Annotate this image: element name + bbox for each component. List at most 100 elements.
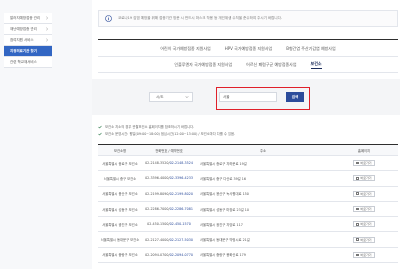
cell-name: 서울특별시 종로구 보건소: [102, 161, 138, 166]
reservation-number[interactable]: 02-3396-4233: [170, 176, 193, 180]
health-center-table: 보건소명 전화번호 / 예약번호 주소 홈페이지 서울특별시 종로구 보건소 02…: [98, 144, 398, 264]
reservation-number[interactable]: 02-2148-3524: [170, 161, 193, 165]
sidebar: 알러지예방접종 관리 재난예방접종 관리 참여지원 서비스 지정의료기관 찾기 …: [0, 0, 52, 269]
note-line: 보건소 운영시간: 평일(09:00~18:00) 점심시간(12:00~13:…: [98, 130, 398, 137]
tel-number: 02-2127-4000: [145, 237, 169, 242]
chevron-down-icon: [185, 95, 189, 100]
tel-number: 02-2094-0700: [145, 252, 169, 257]
cell-name: 서울특별시 동대문구 보건소: [100, 238, 140, 243]
tab-pneumococcal[interactable]: 어르신 폐렴구균 예방접종사업: [246, 62, 296, 68]
table-header: 보건소명 전화번호 / 예약번호 주소 홈페이지: [98, 145, 398, 156]
sidebar-menu: 알러지예방접종 관리 재난예방접종 관리 참여지원 서비스 지정의료기관 찾기 …: [4, 13, 52, 68]
reservation-number[interactable]: 02-2286-7081: [170, 207, 193, 211]
reservation-number[interactable]: 02-2199-8020: [170, 192, 193, 196]
window-icon: [356, 192, 360, 195]
cell-tel: 02-3396-4000/02-3396-4233: [142, 176, 196, 180]
sidebar-item-school[interactable]: 관련 학교재서비스: [4, 57, 52, 68]
cell-homepage: 바로가기: [330, 206, 398, 213]
reservation-number[interactable]: 02-450-1570: [170, 222, 191, 226]
check-icon: [98, 132, 102, 136]
homepage-link-button[interactable]: 바로가기: [353, 221, 375, 228]
homepage-link-label: 바로가기: [360, 191, 372, 196]
region-select-value: 시/도: [156, 94, 164, 99]
tel-number: 02-2148-3520: [145, 161, 169, 166]
table-row: 서울특별시 동대문구 보건소 02-2127-4000/02-2127-5030 서…: [98, 232, 398, 248]
table-row: 서울특별시 성동구 보건소 02-2286-7000/02-2286-7081 서울…: [98, 201, 398, 218]
tab-child-vaccination[interactable]: 어린이 국가예방접종 지원사업: [160, 46, 210, 52]
cell-address: 서울특별시 광진구 자양로 117: [200, 222, 243, 227]
cell-address: 서울특별시 종로구 자하문로 19길: [200, 161, 247, 166]
tab-row: 어린이 국가예방접종 지원사업 HPV 국가예방접종 지원사업 B형간염 주산기…: [98, 41, 398, 57]
header-name: 보건소명: [113, 148, 127, 153]
sidebar-item-disaster[interactable]: 재난예방접종 관리: [4, 24, 52, 35]
notice-box: 코로나19 감염 예방을 위해 접종기관 방문 시 반드시 마스크 착용 등 개…: [98, 10, 398, 27]
region-select[interactable]: 시/도: [149, 92, 193, 102]
cell-name: 서울특별시 성동구 보건소: [102, 207, 138, 212]
notice-text: 코로나19 감염 예방을 위해 접종기관 방문 시 반드시 마스크 착용 등 개…: [118, 16, 282, 20]
tab-health-center[interactable]: 보건소: [310, 61, 322, 69]
chevron-right-icon: [45, 38, 49, 42]
table-body: 서울특별시 종로구 보건소 02-2148-3520/02-2148-3524 서울…: [98, 156, 398, 264]
table-row: 서울특별시 종로구 보건소 02-2148-3520/02-2148-3524 서울…: [98, 156, 398, 172]
cell-address: 서울특별시 중랑구 봉화산로 179: [200, 253, 246, 258]
search-input[interactable]: [219, 92, 277, 102]
cell-address: 서울특별시 동대문구 약령시로 21길: [200, 238, 250, 243]
sidebar-item-label: 지정의료기관 찾기: [10, 48, 37, 53]
notes: 보건소 지소의 경우 관할보건소 홈페이지를 참조하시기 바랍니다. 보건소 운…: [98, 123, 398, 137]
homepage-link-button[interactable]: 바로가기: [353, 206, 375, 213]
homepage-link-button[interactable]: 바로가기: [353, 190, 375, 197]
reservation-number[interactable]: 02-2094-0770: [170, 253, 193, 257]
homepage-link-button[interactable]: 바로가기: [353, 160, 375, 167]
check-icon: [98, 125, 102, 129]
tel-number: 02-450-1500: [147, 222, 169, 227]
homepage-link-button[interactable]: 바로가기: [353, 251, 375, 258]
cell-address: 서울특별시 성동구 마장로 23길 10: [200, 207, 249, 212]
cell-homepage: 바로가기: [330, 251, 398, 258]
sidebar-item-find-clinic[interactable]: 지정의료기관 찾기: [4, 46, 52, 57]
cell-tel: 02-2148-3520/02-2148-3524: [142, 161, 196, 165]
header-tel: 전화번호 / 예약번호: [155, 148, 183, 153]
cell-name: 서울특별시 광진구 보건소: [102, 222, 138, 227]
homepage-link-button[interactable]: 바로가기: [353, 236, 375, 243]
cell-name: 서울특별시 용산구 보건소: [102, 192, 138, 197]
cell-name: 서울특별시 중랑구 보건소: [102, 253, 138, 258]
homepage-link-button[interactable]: 바로가기: [353, 175, 375, 182]
tab-hepatitis-b[interactable]: B형간염 주산기감염 예방사업: [286, 46, 335, 52]
chevron-right-icon: [45, 16, 49, 20]
cell-homepage: 바로가기: [330, 190, 398, 197]
sidebar-item-support[interactable]: 참여지원 서비스: [4, 35, 52, 46]
header-address: 주소: [259, 148, 267, 153]
main-content: 코로나19 감염 예방을 위해 접종기관 방문 시 반드시 마스크 착용 등 개…: [92, 0, 400, 269]
tab-row: 인플루엔자 국가예방접종 지원사업 어르신 폐렴구균 예방접종사업 보건소: [98, 57, 398, 73]
sidebar-item-label: 참여지원 서비스: [10, 37, 34, 42]
cell-tel: 02-2286-7000/02-2286-7081: [142, 207, 196, 211]
cell-tel: 02-2094-0700/02-2094-0770: [142, 253, 196, 257]
homepage-link-label: 바로가기: [360, 222, 372, 227]
table-row: 서울특별시 용산구 보건소 02-2199-8090/02-2199-8020 서울…: [98, 186, 398, 202]
tab-hpv[interactable]: HPV 국가예방접종 지원사업: [225, 46, 273, 52]
tel-number: 02-2199-8090: [145, 191, 169, 196]
cell-address: 서울특별시 용산구 녹사평대로 150: [200, 192, 249, 197]
tel-number: 02-3396-4000: [145, 176, 169, 181]
homepage-link-label: 바로가기: [360, 207, 372, 212]
cell-homepage: 바로가기: [330, 221, 398, 228]
table-row: 서울특별시 중랑구 보건소 02-2094-0700/02-2094-0770 서울…: [98, 247, 398, 264]
search-panel: 시/도 검색: [92, 79, 400, 115]
sidebar-item-allergy[interactable]: 알러지예방접종 관리: [4, 13, 52, 24]
tab-influenza[interactable]: 인플루엔자 국가예방접종 지원사업: [174, 62, 232, 68]
homepage-link-label: 바로가기: [360, 252, 372, 257]
window-icon: [356, 253, 360, 257]
cell-homepage: 바로가기: [330, 236, 398, 243]
cell-address: 서울특별시 중구 다산로 39길 16: [200, 176, 246, 181]
note-line: 보건소 지소의 경우 관할보건소 홈페이지를 참조하시기 바랍니다.: [98, 123, 398, 130]
sidebar-item-label: 알러지예방접종 관리: [10, 15, 41, 20]
window-icon: [356, 207, 360, 211]
homepage-link-label: 바로가기: [360, 176, 372, 181]
cell-homepage: 바로가기: [330, 160, 398, 167]
note-text: 보건소 지소의 경우 관할보건소 홈페이지를 참조하시기 바랍니다.: [105, 125, 195, 129]
search-button[interactable]: 검색: [286, 92, 304, 102]
reservation-number[interactable]: 02-2127-5030: [170, 238, 193, 242]
sidebar-item-label: 재난예방접종 관리: [10, 26, 37, 31]
window-icon: [356, 223, 360, 226]
cell-tel: 02-2199-8090/02-2199-8020: [142, 192, 196, 196]
